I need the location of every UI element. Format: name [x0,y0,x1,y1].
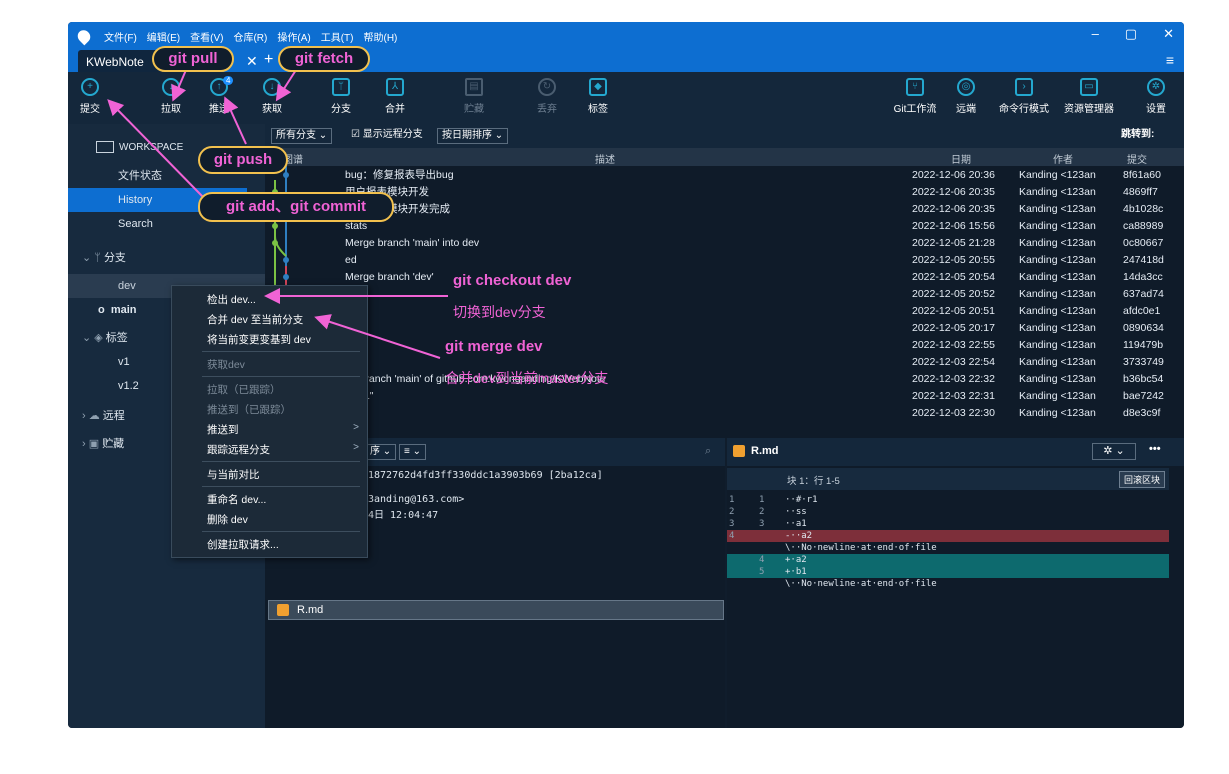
annotation-git-fetch: git fetch [278,46,370,72]
arrow-push [223,96,247,145]
arrow-pull [171,69,187,102]
annotation-git-push: git push [198,146,288,174]
arrow-merge [314,314,441,359]
annotation-git-merge: git merge dev [445,338,543,355]
annotation-git-pull: git pull [152,46,234,72]
app-window: 文件(F) 编辑(E) 查看(V) 仓库(R) 操作(A) 工具(T) 帮助(H… [68,22,1184,728]
arrow-add-commit [107,99,204,198]
annotation-git-checkout: git checkout dev [453,272,572,289]
annotation-arrows [107,69,448,359]
annotation-checkout-desc: 切换到dev分支 [453,304,546,320]
annotation-merge-desc: 合并dev到当前master分支 [445,370,609,386]
arrow-fetch [275,69,297,102]
annotation-git-add-commit: git add、git commit [198,192,394,222]
